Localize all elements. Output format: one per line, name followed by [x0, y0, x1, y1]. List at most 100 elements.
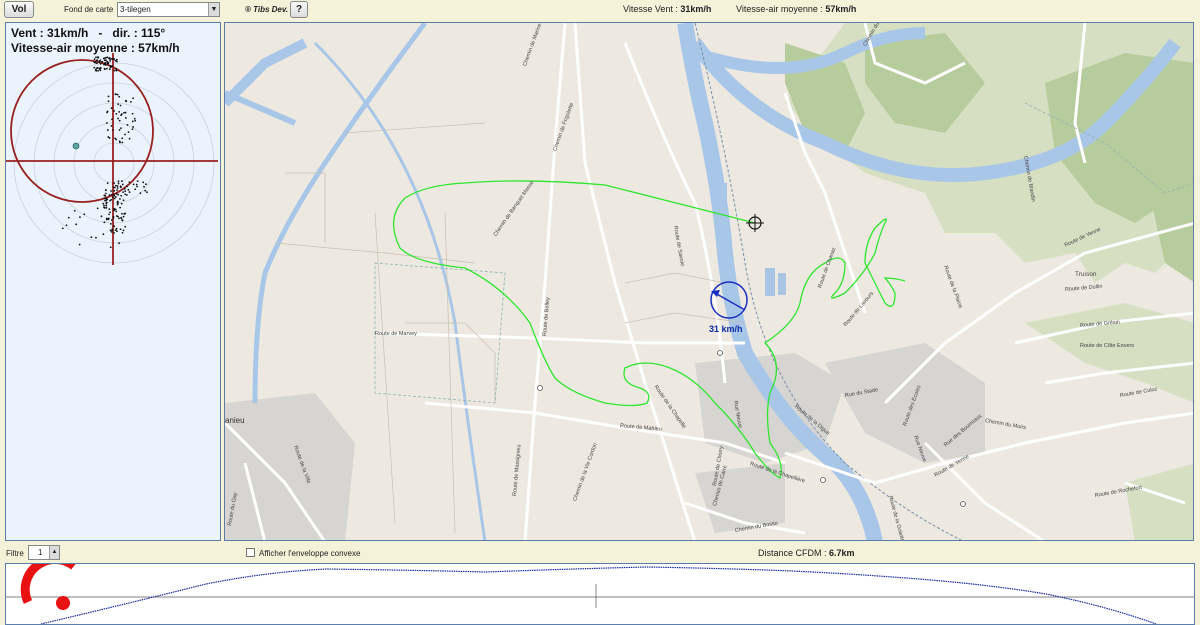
airspeed-point [120, 194, 123, 197]
chevron-down-icon[interactable]: ▼ [208, 3, 219, 16]
airspeed-point [121, 219, 124, 222]
map-street-label: Truison [1075, 271, 1097, 278]
enveloppe-convexe-checkbox[interactable] [246, 548, 255, 557]
airspeed-point [106, 217, 108, 220]
airspeed-point [78, 243, 81, 246]
airspeed-point [112, 129, 114, 131]
airspeed-point [103, 221, 106, 224]
airspeed-point [139, 192, 142, 195]
airspeed-point [67, 216, 70, 219]
airspeed-point [112, 58, 114, 60]
airspeed-point [118, 110, 121, 113]
fond-de-carte-label: Fond de carte [64, 5, 114, 14]
airspeed-point [113, 186, 116, 189]
airspeed-point [115, 69, 118, 72]
airspeed-point [132, 97, 134, 100]
airspeed-point [119, 104, 122, 107]
airspeed-point [105, 198, 108, 201]
help-button[interactable]: ? [290, 1, 308, 18]
flight-map[interactable]: Chemin de Marine Chemin de Banquet Masse R… [224, 22, 1194, 541]
airspeed-point [136, 185, 138, 188]
airspeed-point [123, 188, 126, 190]
profile-canvas[interactable] [6, 564, 1195, 625]
airspeed-point [131, 112, 134, 115]
airspeed-point [113, 207, 116, 210]
airspeed-point [113, 232, 115, 234]
airspeed-point [124, 212, 127, 215]
airspeed-point [126, 124, 129, 126]
airspeed-point [96, 207, 99, 210]
airspeed-point [104, 56, 107, 59]
map-canvas[interactable] [225, 23, 1194, 541]
airspeed-point [124, 190, 127, 193]
distance-cfdm-label: Distance CFDM : [758, 548, 827, 558]
airspeed-point [121, 137, 124, 140]
airspeed-point [104, 194, 107, 197]
airspeed-point [146, 191, 148, 194]
airspeed-point [110, 198, 113, 201]
vol-button[interactable]: Vol [4, 1, 34, 18]
crosshair-circle-icon[interactable] [746, 214, 764, 232]
filtre-stepper[interactable]: 1 ▲ [28, 545, 60, 560]
vitesse-vent-stat: Vitesse Vent : 31km/h [623, 4, 711, 14]
airspeed-point [117, 180, 120, 183]
airspeed-point [117, 215, 119, 218]
airspeed-point [111, 228, 114, 231]
airspeed-point [98, 60, 101, 63]
airspeed-point [113, 182, 115, 185]
stream-left [252, 23, 428, 404]
vitesse-air-label: Vitesse-air moyenne : [736, 4, 823, 14]
map-street-label: Route de Marvey [375, 331, 417, 337]
airspeed-point [93, 58, 96, 61]
airspeed-point [111, 196, 114, 199]
airspeed-point [116, 189, 119, 192]
airspeed-point [99, 69, 102, 72]
airspeed-point [104, 59, 107, 62]
airspeed-point [113, 110, 115, 112]
airspeed-point [93, 66, 96, 69]
airspeed-point [106, 111, 108, 114]
airspeed-point [131, 120, 134, 123]
airspeed-point [118, 129, 121, 131]
vitesse-air-stat: Vitesse-air moyenne : 57km/h [736, 4, 856, 14]
airspeed-point [127, 131, 130, 134]
airspeed-point [79, 216, 81, 219]
airspeed-point [124, 193, 127, 196]
airspeed-point [104, 68, 106, 71]
altitude-profile[interactable] [5, 563, 1195, 625]
wind-polar-panel: Vent : 31km/h - dir. : 115° Vitesse-air … [5, 22, 221, 541]
airspeed-point [116, 93, 119, 96]
airspeed-point [126, 185, 128, 188]
airspeed-point [134, 119, 137, 122]
airspeed-point [128, 137, 131, 140]
airspeed-point [108, 213, 110, 216]
airspeed-point [124, 133, 126, 136]
airspeed-point [120, 114, 122, 117]
airspeed-point [117, 182, 120, 185]
airspeed-point [97, 69, 99, 72]
airspeed-point [144, 189, 147, 192]
vitesse-vent-label: Vitesse Vent : [623, 4, 678, 14]
airspeed-point [107, 62, 109, 65]
airspeed-point [115, 112, 118, 115]
airspeed-point [65, 224, 68, 227]
filtre-label: Filtre [6, 549, 24, 558]
airspeed-point [121, 212, 123, 215]
wind-summary-line: Vent : 31km/h - dir. : 115° [11, 26, 166, 40]
enveloppe-convexe-label[interactable]: Afficher l'enveloppe convexe [259, 549, 360, 558]
airspeed-point [109, 211, 111, 214]
airspeed-point [105, 67, 108, 70]
airspeed-point [109, 246, 112, 249]
airspeed-point [119, 228, 122, 231]
airspeed-point [116, 200, 119, 203]
airspeed-point [110, 219, 113, 221]
airspeed-point [90, 236, 93, 239]
airspeed-point [114, 137, 117, 140]
airspeed-point [102, 202, 105, 205]
map-street-label: Route de Côte Envers [1080, 343, 1135, 349]
airspeed-point [95, 62, 98, 65]
fond-de-carte-select[interactable]: 3-tilegen ▼ [117, 2, 220, 17]
airspeed-point [120, 216, 123, 219]
airspeed-point [118, 95, 121, 98]
spin-arrows-icon[interactable]: ▲ [49, 546, 59, 559]
